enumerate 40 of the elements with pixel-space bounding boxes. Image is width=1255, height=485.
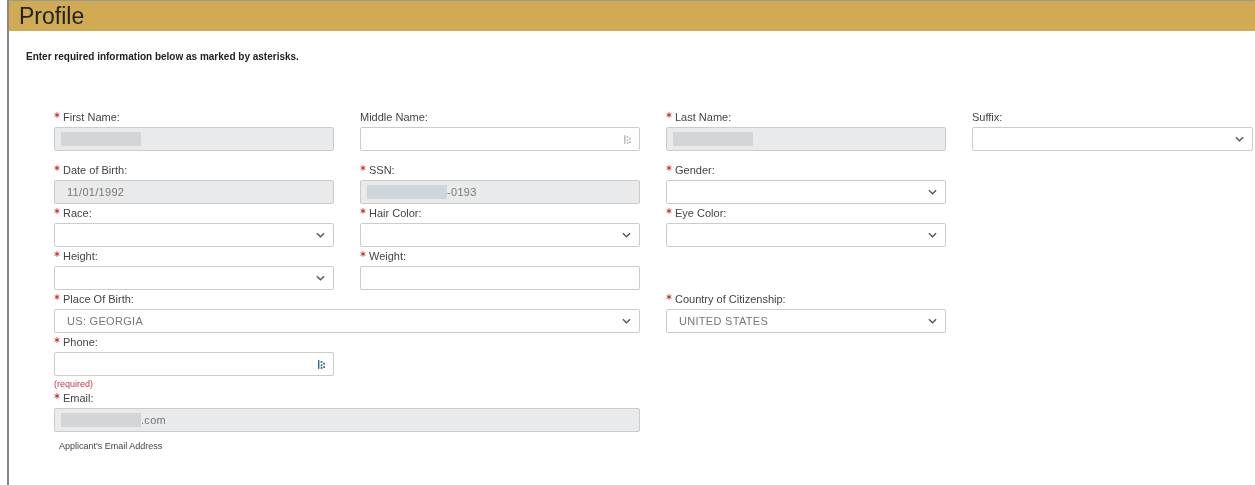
dropdown-field[interactable] <box>666 223 946 247</box>
chevron-down-icon <box>316 275 325 281</box>
chevron-down-icon <box>316 232 325 238</box>
field-label: Phone: <box>63 335 98 349</box>
field-label: Height: <box>63 249 98 263</box>
field-label: Middle Name: <box>360 110 428 124</box>
keypad-icon[interactable] <box>318 359 325 369</box>
field-label: Suffix: <box>972 110 1003 124</box>
chevron-down-icon <box>928 318 937 324</box>
field-label: Gender: <box>675 163 715 177</box>
field-label: Email: <box>63 391 94 405</box>
page-title: Profile <box>19 2 85 30</box>
field-label: Race: <box>63 206 92 220</box>
input-field[interactable] <box>54 352 334 376</box>
dropdown-field[interactable] <box>360 223 640 247</box>
chevron-down-icon <box>928 189 937 195</box>
field-label: Eye Color: <box>675 206 727 220</box>
instructions-text: Enter required information below as marked by asterisks. <box>26 51 300 62</box>
dropdown-field[interactable] <box>972 127 1253 151</box>
chevron-down-icon <box>622 318 631 324</box>
dropdown-field[interactable] <box>666 180 946 204</box>
chevron-down-icon <box>928 232 937 238</box>
field-label: Weight: <box>369 249 407 263</box>
dropdown-field[interactable]: US: GEORGIA <box>54 309 640 333</box>
error-message: (required) <box>54 379 94 389</box>
field-label: SSN: <box>369 163 395 177</box>
dropdown-field[interactable] <box>54 223 334 247</box>
field-label: Country of Citizenship: <box>675 292 786 306</box>
field-label: Date of Birth: <box>63 163 128 177</box>
help-text: Applicant's Email Address <box>59 441 164 451</box>
field-label: Hair Color: <box>369 206 422 220</box>
field-label: Place Of Birth: <box>63 292 134 306</box>
dropdown-field[interactable]: UNITED STATES <box>666 309 946 333</box>
field-label: Last Name: <box>675 110 732 124</box>
chevron-down-icon <box>1235 136 1244 142</box>
input-field[interactable] <box>360 127 640 151</box>
dropdown-field[interactable] <box>54 266 334 290</box>
field-label: First Name: <box>63 110 120 124</box>
input-field[interactable] <box>360 266 640 290</box>
chevron-down-icon <box>622 232 631 238</box>
